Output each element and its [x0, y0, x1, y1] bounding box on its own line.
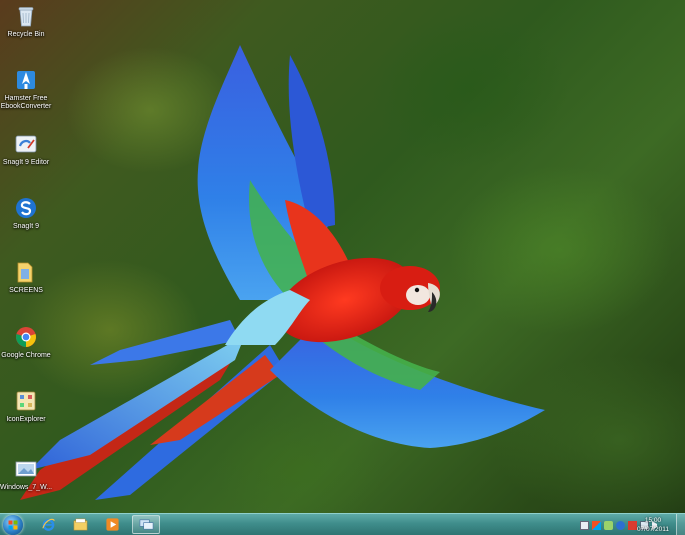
- desktop: Recycle Bin Hamster Free EbookConverter …: [0, 0, 685, 535]
- tray-keyboard-icon[interactable]: [580, 520, 589, 530]
- taskbar: 15:00 07/07/2011: [0, 513, 685, 535]
- internet-explorer-icon: [41, 518, 55, 531]
- windows-start-icon[interactable]: [3, 515, 23, 535]
- windows-logo-icon: [8, 520, 18, 530]
- wallpaper-macaw: [20, 45, 545, 500]
- windows-explorer-icon: [73, 518, 87, 531]
- taskbar-media-player[interactable]: [98, 515, 126, 534]
- desktop-icon-label: SCREENS: [9, 287, 43, 294]
- desktop-icon-label: Hamster Free EbookConverter: [0, 95, 52, 110]
- desktop-icon-snagit-editor[interactable]: SnagIt 9 Editor: [0, 132, 52, 167]
- media-player-icon: [105, 518, 119, 531]
- desktop-icon-label: Recycle Bin: [7, 31, 45, 38]
- tray-security-icon[interactable]: [616, 520, 625, 530]
- taskbar-clock[interactable]: 15:00 07/07/2011: [637, 516, 669, 534]
- desktop-icon-label: IconExplorer: [6, 416, 46, 423]
- snagit-icon: [16, 198, 36, 218]
- clock-date: 07/07/2011: [636, 526, 669, 533]
- desktop-icon-snagit[interactable]: SnagIt 9: [0, 196, 52, 231]
- desktop-icon-windows-7-image[interactable]: Windows_7_W...: [0, 457, 52, 492]
- icon-explorer-icon: [16, 391, 36, 411]
- taskbar-windows-explorer[interactable]: [66, 515, 94, 534]
- desktop-icon-google-chrome[interactable]: Google Chrome: [0, 325, 52, 360]
- desktop-icon-label: Google Chrome: [1, 352, 51, 359]
- folder-icon: [17, 262, 33, 283]
- taskbar-internet-explorer[interactable]: [34, 515, 62, 534]
- desktop-icon-screens[interactable]: SCREENS: [0, 260, 52, 295]
- desktop-icon-label: Windows_7_W...: [0, 484, 53, 491]
- desktop-icon-label: SnagIt 9: [12, 223, 40, 230]
- desktop-icon-label: SnagIt 9 Editor: [2, 159, 50, 166]
- tray-network-icon[interactable]: [604, 520, 613, 530]
- show-desktop-button[interactable]: [676, 514, 685, 535]
- image-file-icon: [15, 461, 37, 477]
- chrome-icon: [16, 327, 36, 347]
- recycle-bin-icon: [18, 7, 34, 27]
- clock-time: 15:00: [644, 517, 662, 524]
- desktop-icon-hamster-converter[interactable]: Hamster Free EbookConverter: [0, 68, 52, 111]
- taskbar-remote-desktop[interactable]: [132, 515, 160, 534]
- tray-flag-icon[interactable]: [592, 520, 601, 530]
- desktop-icon-iconexplorer[interactable]: IconExplorer: [0, 389, 52, 424]
- tray-alert-icon[interactable]: [628, 520, 637, 530]
- snagit-editor-icon: [15, 135, 37, 153]
- hamster-converter-icon: [17, 71, 35, 89]
- desktop-icon-recycle-bin[interactable]: Recycle Bin: [0, 4, 52, 39]
- remote-desktop-icon: [139, 519, 153, 530]
